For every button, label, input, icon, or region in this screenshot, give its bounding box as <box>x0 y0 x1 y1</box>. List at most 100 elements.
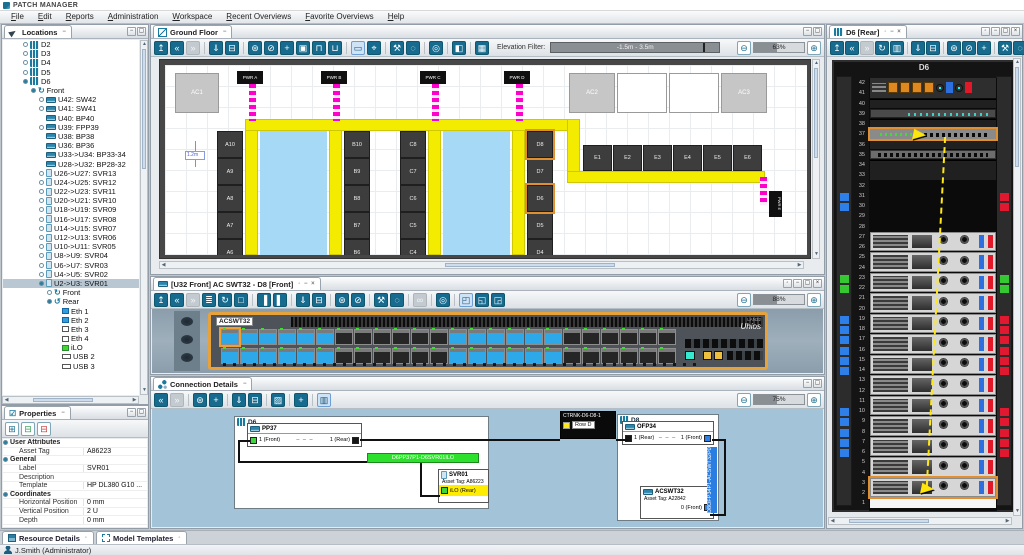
switch-port-r1-c24[interactable] <box>658 329 676 345</box>
switch-port-r1-c15[interactable] <box>487 329 505 345</box>
tree-item-u12-u13-svr06[interactable]: U12->U13: SVR06 <box>3 233 139 242</box>
view-rear-icon[interactable]: ▌ <box>273 293 287 307</box>
tree-expander-icon[interactable] <box>39 226 44 231</box>
tab-pin-minimize-close-icons[interactable]: ◦ − × <box>884 29 901 35</box>
switch-port-r2-c22[interactable] <box>620 348 638 364</box>
rotate-icon[interactable]: ↻ <box>875 41 889 55</box>
tab-connection-details[interactable]: Connection Details − <box>153 377 252 390</box>
tree-item-u28-u32-bp28-32[interactable]: U28->U32: BP28-32 <box>3 159 139 168</box>
group-expander-icon[interactable] <box>3 492 8 497</box>
switch-port-r1-c16[interactable] <box>506 329 524 345</box>
property-value[interactable]: SVR01 <box>83 465 147 472</box>
print-icon[interactable]: ⊟ <box>225 41 239 55</box>
tab-resource-details[interactable]: Resource Details ◦ <box>2 531 94 544</box>
tree-vertical-scrollbar[interactable]: ▲▼ <box>140 40 148 395</box>
tree-expander-icon[interactable] <box>23 60 28 65</box>
switch-device[interactable]: ACSWT32 LAN32 Uhios <box>208 312 768 370</box>
tree-item-usb-3[interactable]: USB 3 <box>3 362 139 371</box>
view-front-icon[interactable]: ▐ <box>257 293 271 307</box>
switch-port-r2-c18[interactable] <box>544 348 562 364</box>
cable-trunk-horizontal[interactable] <box>245 119 580 131</box>
ofp34-port1-front[interactable] <box>704 435 711 442</box>
zoom-slider[interactable]: 63% <box>753 42 805 53</box>
switch-port-r2-c11[interactable] <box>411 348 429 364</box>
wrench-icon[interactable]: ⚒ <box>998 41 1012 55</box>
tree-item-u6-u7-svr03[interactable]: U6->U7: SVR03 <box>3 261 139 270</box>
tree-item-u16-u17-svr08[interactable]: U16->U17: SVR08 <box>3 215 139 224</box>
switch-port-r2-c16[interactable] <box>506 348 524 364</box>
switch-port-r2-c24[interactable] <box>658 348 676 364</box>
maximize-button[interactable]: ▢ <box>803 279 812 288</box>
floor-rack-b9[interactable]: B9 <box>344 158 370 185</box>
tree-item-u39-fpp39[interactable]: U39: FPP39 <box>3 123 139 132</box>
tab-pin-icon[interactable]: ◦ <box>178 535 181 541</box>
switch-port-r2-c12[interactable] <box>430 348 448 364</box>
diagram-cable-trunk[interactable]: CTRNK-D6-D8-1 Row D <box>560 411 616 439</box>
floor-rack-e6[interactable]: E6 <box>733 145 762 171</box>
switch-port-r1-c12[interactable] <box>430 329 448 345</box>
switch-port-r2-c4[interactable] <box>278 348 296 364</box>
cols-icon[interactable]: ▥ <box>317 393 331 407</box>
gear-icon[interactable]: ⊛ <box>335 293 349 307</box>
tab-pin-minimize-close-icons[interactable]: ◦ − × <box>298 281 315 287</box>
pp37-port1-front[interactable] <box>250 437 257 444</box>
diagram-acswt32[interactable]: ACSWT32 Asset Tag: A22842 0 (Front) <box>640 486 714 519</box>
tab-d6-rear[interactable]: D6 [Rear] ◦ − × <box>829 25 907 38</box>
property-value[interactable]: HP DL380 G10 ... <box>83 482 147 489</box>
connection-canvas[interactable]: D6 PP37 1 (Front) – – – 1 (Rear) D6PP37P… <box>152 409 823 527</box>
tree-expander-icon[interactable] <box>39 125 44 130</box>
rack-device-fpp39[interactable] <box>870 109 996 118</box>
property-value[interactable]: 2 U <box>83 508 147 515</box>
cable-trunk-vertical-3[interactable] <box>428 119 441 255</box>
tab-pin-icon[interactable]: ◦ <box>85 535 88 541</box>
cols-icon[interactable]: ▥ <box>890 41 904 55</box>
box-icon[interactable]: □ <box>234 293 248 307</box>
zoom-sel-icon[interactable]: ◎ <box>429 41 443 55</box>
switch-port-r1-c9[interactable] <box>373 329 391 345</box>
up-icon[interactable]: ↥ <box>154 293 168 307</box>
switch-port-r1-c2[interactable] <box>240 329 258 345</box>
switch-port-r2-c3[interactable] <box>259 348 277 364</box>
gear-x-icon[interactable]: ⊘ <box>962 41 976 55</box>
switch-port-r2-c10[interactable] <box>392 348 410 364</box>
group-expander-icon[interactable] <box>3 457 8 462</box>
wrench-icon[interactable]: ⚒ <box>374 293 388 307</box>
switch-port-r1-c13[interactable] <box>449 329 467 345</box>
switch-port-r2-c7[interactable] <box>335 348 353 364</box>
new-icon[interactable]: ⊞ <box>5 422 19 436</box>
floor-rack-a8[interactable]: A8 <box>217 185 243 212</box>
group-expander-icon[interactable] <box>3 440 8 445</box>
view-3-icon[interactable]: ◲ <box>491 293 505 307</box>
tree-item-d6[interactable]: D6 <box>3 77 139 86</box>
view-1-icon[interactable]: ◰ <box>459 293 473 307</box>
tab-minimize-icon[interactable]: − <box>61 410 66 416</box>
pp37-port1-rear[interactable] <box>352 437 359 444</box>
rack-device-network-switch[interactable] <box>870 78 996 98</box>
floor-rack-e4[interactable]: E4 <box>673 145 702 171</box>
tree-item-eth-4[interactable]: Eth 4 <box>3 334 139 343</box>
elevation-filter-slider[interactable]: -1.5m - 3.5m <box>550 42 720 53</box>
floor-rack-c6[interactable]: C6 <box>400 185 426 212</box>
tree-expander-icon[interactable] <box>39 106 44 111</box>
switch-port-r1-c21[interactable] <box>601 329 619 345</box>
diagram-ofp34[interactable]: OFP34 1 (Rear) – – – 1 (Front) <box>622 421 714 445</box>
zoom-in-icon[interactable]: ⊕ <box>807 41 821 55</box>
zoom-out-icon[interactable]: ⊖ <box>737 393 751 407</box>
select-rect-icon[interactable]: ▭ <box>351 41 365 55</box>
move-icon[interactable]: + <box>209 393 223 407</box>
floor-rack-d4[interactable]: D4 <box>527 239 553 255</box>
floor-vertical-scrollbar[interactable]: ▲▼ <box>812 59 820 259</box>
tab-ground-floor[interactable]: Ground Floor − <box>153 25 232 38</box>
tree-item-d3[interactable]: D3 <box>3 49 139 58</box>
tree-expander-icon[interactable] <box>23 70 28 75</box>
switch-port-r2-c6[interactable] <box>316 348 334 364</box>
back-icon[interactable]: « <box>845 41 859 55</box>
tree-item-u10-u11-svr05[interactable]: U10->U11: SVR05 <box>3 242 139 251</box>
rack-canvas[interactable]: D6 4241403938373635343332313029282726252… <box>828 58 1021 527</box>
floor-pwr-c[interactable]: PWR C <box>420 71 446 84</box>
switch-port-r1-c18[interactable] <box>544 329 562 345</box>
tree-expander-icon[interactable] <box>39 198 44 203</box>
rack-open-slot[interactable] <box>870 498 996 507</box>
connection-label-green[interactable]: D6PP37P1-D6SVR01ILO <box>367 453 479 463</box>
copy-icon[interactable]: ▣ <box>296 41 310 55</box>
